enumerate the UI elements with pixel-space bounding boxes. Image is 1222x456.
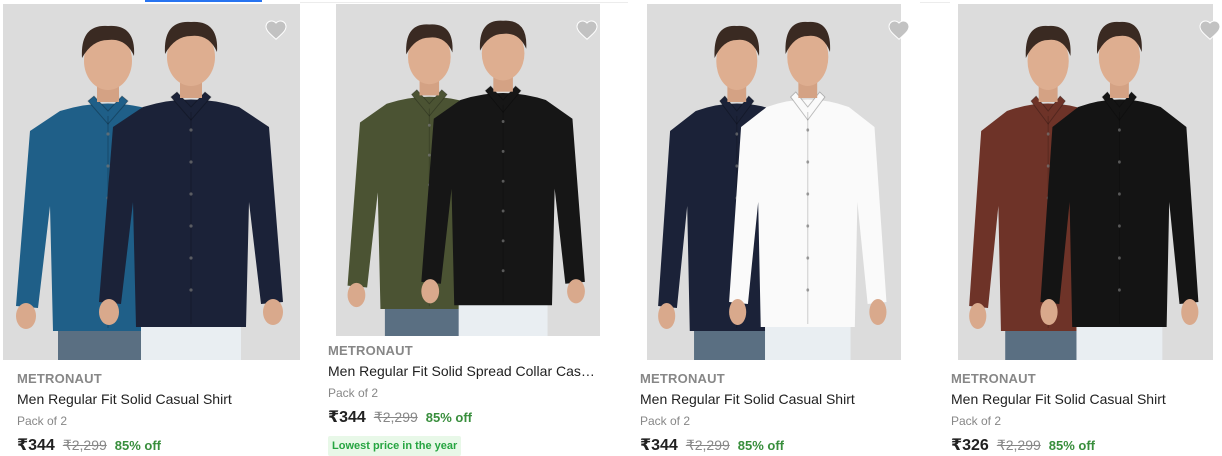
- pack-size: Pack of 2: [17, 414, 68, 428]
- wishlist-heart-icon[interactable]: [575, 18, 599, 42]
- discount-percent: 85% off: [425, 410, 473, 425]
- discount-percent: 85% off: [737, 438, 785, 453]
- discount-percent: 85% off: [1048, 438, 1096, 453]
- product-title[interactable]: Men Regular Fit Solid Casual Shirt: [951, 391, 1221, 407]
- selling-price: ₹344: [328, 409, 366, 426]
- original-price: ₹2,299: [996, 437, 1041, 453]
- pack-size: Pack of 2: [951, 414, 1002, 428]
- original-price: ₹2,299: [373, 409, 418, 425]
- shirt-photo-illustration: [336, 4, 600, 336]
- original-price: ₹2,299: [62, 437, 107, 453]
- original-price: ₹2,299: [685, 437, 730, 453]
- product-title[interactable]: Men Regular Fit Solid Casual Shirt: [17, 391, 287, 407]
- product-image[interactable]: [958, 4, 1213, 360]
- brand-name: METRONAUT: [640, 371, 725, 386]
- shirt-photo-illustration: [647, 4, 901, 360]
- wishlist-heart-icon[interactable]: [1198, 18, 1222, 42]
- shirt-photo-illustration: [958, 4, 1213, 360]
- product-card[interactable]: METRONAUT Men Regular Fit Solid Spread C…: [311, 0, 611, 456]
- product-title[interactable]: Men Regular Fit Solid Spread Collar Casu…: [328, 363, 598, 379]
- wishlist-heart-icon[interactable]: [887, 18, 911, 42]
- shirt-photo-illustration: [3, 4, 300, 360]
- product-image[interactable]: [336, 4, 600, 336]
- product-card[interactable]: METRONAUT Men Regular Fit Solid Casual S…: [0, 0, 300, 454]
- selling-price: ₹344: [17, 437, 55, 454]
- brand-name: METRONAUT: [951, 371, 1036, 386]
- product-image[interactable]: [3, 4, 300, 360]
- discount-percent: 85% off: [114, 438, 162, 453]
- price-row: ₹326 ₹2,299 85% off: [951, 435, 1221, 455]
- product-image[interactable]: [647, 4, 901, 360]
- brand-name: METRONAUT: [328, 343, 413, 358]
- product-title[interactable]: Men Regular Fit Solid Casual Shirt: [640, 391, 910, 407]
- price-row: ₹344 ₹2,299 85% off: [640, 435, 910, 455]
- pack-size: Pack of 2: [328, 386, 379, 400]
- product-card[interactable]: METRONAUT Men Regular Fit Solid Casual S…: [623, 0, 923, 454]
- brand-name: METRONAUT: [17, 371, 102, 386]
- lowest-price-badge: Lowest price in the year: [328, 436, 462, 456]
- pack-size: Pack of 2: [640, 414, 691, 428]
- price-row: ₹344 ₹2,299 85% off: [17, 435, 287, 455]
- selling-price: ₹344: [640, 437, 678, 454]
- price-row: ₹344 ₹2,299 85% off: [328, 407, 598, 427]
- selling-price: ₹326: [951, 437, 989, 454]
- product-card[interactable]: METRONAUT Men Regular Fit Solid Casual S…: [934, 0, 1222, 454]
- wishlist-heart-icon[interactable]: [264, 18, 288, 42]
